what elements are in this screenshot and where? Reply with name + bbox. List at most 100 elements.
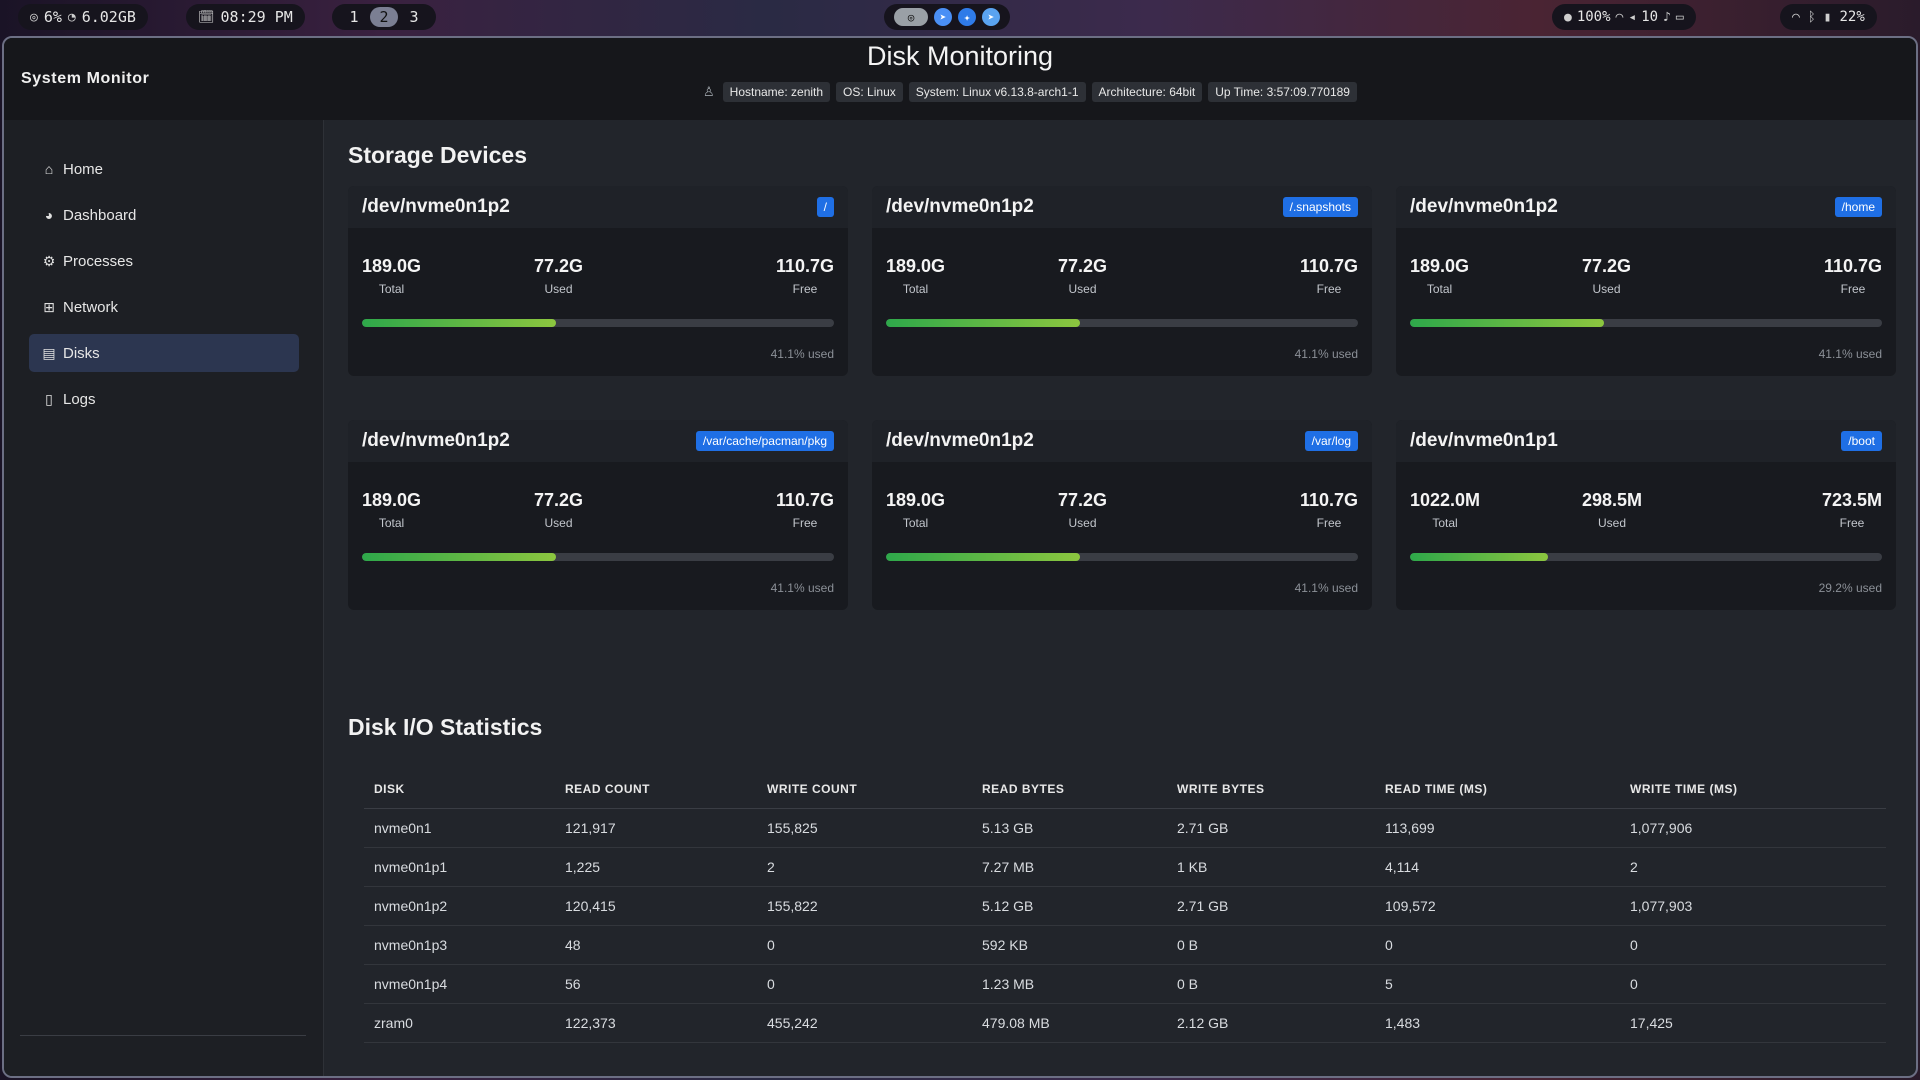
table-cell: 56	[555, 964, 757, 1004]
dashboard-icon: ◕	[44, 207, 54, 223]
sidebar-item-disks[interactable]: ▤ Disks	[29, 334, 299, 372]
table-cell: nvme0n1p1	[364, 847, 555, 887]
table-cell: 155,825	[757, 808, 972, 848]
stat-free-value: 723.5M	[1821, 490, 1882, 510]
bluesky-icon[interactable]: ✦	[958, 8, 976, 26]
column-header-disk[interactable]: DISK	[364, 770, 555, 809]
sidebar-item-dashboard[interactable]: ◕ Dashboard	[29, 196, 299, 234]
volume-level: 100%	[1576, 9, 1611, 25]
card-header: /dev/nvme0n1p2/home	[1396, 186, 1896, 228]
storage-device-card: /dev/nvme0n1p2/var/cache/pacman/pkg 189.0…	[348, 420, 848, 610]
usage-progress-fill	[362, 319, 556, 327]
battery-level: 22%	[1839, 9, 1865, 25]
usage-progress-bar	[362, 319, 834, 327]
storage-device-card: /dev/nvme0n1p1/boot 1022.0M Total 298.5M Use…	[1396, 420, 1896, 610]
messenger-icon[interactable]: ➤	[982, 8, 1000, 26]
storage-device-card: /dev/nvme0n1p2/home 189.0G Total 77.2G Used 1…	[1396, 186, 1896, 376]
table-row[interactable]: nvme0n1p2 120,415 155,822 5.12 GB 2.71 GB 109…	[364, 886, 1886, 926]
cpu-icon: ◎	[30, 9, 38, 25]
clock-widget[interactable]: 🗓 08:29 PM	[186, 4, 305, 30]
sidebar-item-network[interactable]: ⊞ Network	[29, 288, 299, 326]
column-header-write-count[interactable]: WRITE COUNT	[757, 770, 972, 809]
table-cell: 122,373	[555, 1003, 757, 1043]
usage-stats: 189.0G Total 77.2G Used 110.7G Free	[886, 256, 1358, 296]
table-cell: 0	[1375, 925, 1620, 965]
sidebar-item-label: Home	[63, 160, 104, 178]
sidebar-item-logs[interactable]: ▯ Logs	[29, 380, 299, 418]
table-cell: 0 B	[1167, 925, 1375, 965]
sidebar-item-processes[interactable]: ⚙ Processes	[29, 242, 299, 280]
page-title: Disk Monitoring	[866, 41, 1054, 71]
bluetooth-icon: ᛒ	[1807, 9, 1816, 25]
stat-free-value: 110.7G	[1823, 256, 1882, 276]
usage-progress-fill	[1410, 319, 1604, 327]
stat-free: 110.7G Free	[1824, 256, 1882, 296]
disk-io-table-body: nvme0n1 121,917 155,825 5.13 GB 2.71 GB 113,6…	[364, 808, 1886, 1043]
usage-progress-fill	[362, 553, 556, 561]
table-cell: 0	[1620, 964, 1886, 1004]
table-cell: 2	[1620, 847, 1886, 887]
sidebar-item-home[interactable]: ⌂ Home	[29, 150, 299, 188]
table-cell: 479.08 MB	[972, 1003, 1167, 1043]
table-cell: 1,483	[1375, 1003, 1620, 1043]
resource-widget[interactable]: ◎ 6% ◔ 6.02GB	[18, 4, 148, 30]
stat-used-value: 298.5M	[1582, 490, 1643, 510]
logs-icon: ▯	[45, 390, 53, 407]
stat-free: 723.5M Free	[1822, 490, 1882, 530]
sidebar-item-label: Processes	[63, 252, 134, 270]
clock: 08:29 PM	[220, 8, 293, 26]
microphone-icon: ♪	[1663, 9, 1671, 25]
column-header-read-count[interactable]: READ COUNT	[555, 770, 757, 809]
stat-total-value: 1022.0M	[1410, 490, 1481, 510]
storage-devices-title: Storage Devices	[348, 142, 527, 168]
stat-total-value: 189.0G	[362, 490, 422, 510]
table-cell: 4,114	[1375, 847, 1620, 887]
memory-icon: ◔	[67, 9, 76, 25]
column-header-write-bytes[interactable]: WRITE BYTES	[1167, 770, 1375, 809]
system-chip: System: Linux v6.13.8-arch1-1	[908, 82, 1086, 102]
column-header-read-bytes[interactable]: READ BYTES	[972, 770, 1167, 809]
table-row[interactable]: nvme0n1p1 1,225 2 7.27 MB 1 KB 4,114 2	[364, 847, 1886, 887]
table-row[interactable]: nvme0n1p3 48 0 592 KB 0 B00	[364, 925, 1886, 965]
stat-free-label: Free	[1839, 516, 1865, 530]
system-tray[interactable]: ◠ ᛒ ▮ 22%	[1780, 4, 1877, 30]
table-row[interactable]: nvme0n1p4 56 0 1.23 MB 0 B50	[364, 964, 1886, 1004]
stat-used: 298.5M Used	[1582, 490, 1642, 530]
disks-icon: ▤	[42, 344, 56, 361]
workspace-3[interactable]: 3	[400, 7, 428, 27]
stat-total-value: 189.0G	[886, 490, 946, 510]
device-name: /dev/nvme0n1p1	[1410, 430, 1558, 451]
app-window: System Monitor Disk Monitoring ♙ Hostnam…	[2, 36, 1918, 1078]
device-name: /dev/nvme0n1p2	[886, 196, 1034, 217]
stat-used-label: Used	[544, 282, 573, 296]
memory-usage: 6.02GB	[81, 8, 136, 26]
card-header: /dev/nvme0n1p2/var/cache/pacman/pkg	[348, 420, 848, 462]
usage-percent: 41.1% used	[770, 347, 834, 361]
usage-stats: 189.0G Total 77.2G Used 110.7G Free	[886, 490, 1358, 530]
usage-percent: 29.2% used	[1818, 581, 1882, 595]
telegram-icon[interactable]: ➤	[934, 8, 952, 26]
table-row[interactable]: nvme0n1 121,917 155,825 5.13 GB 2.71 GB 113,6…	[364, 808, 1886, 848]
column-header-write-time[interactable]: WRITE TIME (MS)	[1620, 770, 1886, 809]
column-header-read-time[interactable]: READ TIME (MS)	[1375, 770, 1620, 809]
table-cell: 0 B	[1167, 964, 1375, 1004]
storage-device-card: /dev/nvme0n1p2 /.snapshots 189.0G Total 77.2…	[872, 186, 1372, 376]
target-app-icon[interactable]: ◎	[894, 8, 928, 26]
linux-icon: ♙	[703, 84, 715, 99]
card-header: /dev/nvme0n1p2/var/log	[872, 420, 1372, 462]
usage-stats: 189.0G Total 77.2G Used 110.7G Free	[362, 490, 834, 530]
table-cell: 5.13 GB	[972, 808, 1167, 848]
mount-point-badge: /var/cache/pacman/pkg	[695, 431, 834, 451]
stat-used: 77.2G Used	[1058, 490, 1107, 530]
usage-progress-bar	[362, 553, 834, 561]
stat-free: 110.7G Free	[776, 256, 834, 296]
table-cell: 0	[1620, 925, 1886, 965]
stat-free: 110.7G Free	[1300, 490, 1358, 530]
workspace-1[interactable]: 1	[340, 7, 368, 27]
usage-percent: 41.1% used	[1294, 581, 1358, 595]
status-widget[interactable]: ● 100% ◠ ◂ 10 ♪ ▭	[1552, 4, 1696, 30]
stat-total: 189.0G Total	[362, 490, 421, 530]
sidebar-nav: ⌂ Home ◕ Dashboard ⚙ Processes ⊞ Network…	[29, 150, 299, 426]
table-row[interactable]: zram0 122,373 455,242 479.08 MB 2.12 GB 1,483…	[364, 1003, 1886, 1043]
workspace-2[interactable]: 2	[370, 7, 398, 27]
